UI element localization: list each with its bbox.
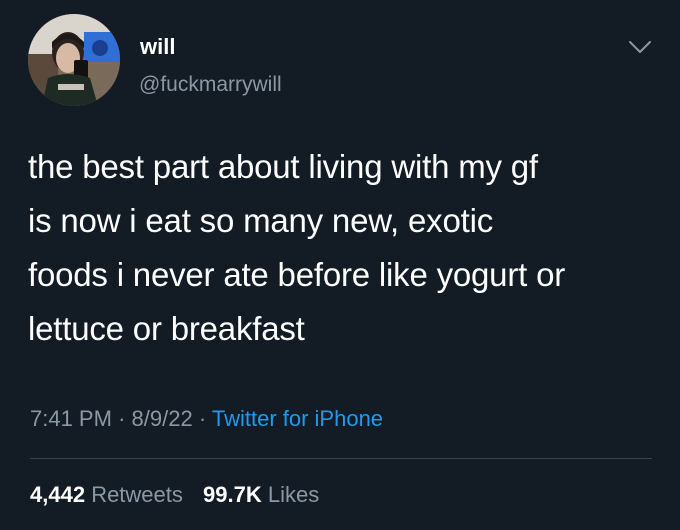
likes-label: Likes [267, 482, 320, 507]
tweet-text: the best part about living with my gf is… [28, 140, 668, 356]
meta-separator: · [118, 406, 126, 431]
author-name[interactable]: will [140, 34, 175, 60]
tweet-text-line: the best part about living with my gf [28, 148, 538, 185]
divider [30, 458, 652, 459]
tweet-text-line: lettuce or breakfast [28, 310, 305, 347]
retweets-count: 4,442 [30, 482, 86, 507]
tweet-text-line: is now i eat so many new, exotic [28, 202, 493, 239]
retweets-label: Retweets [91, 482, 183, 507]
author-handle[interactable]: @fuckmarrywill [139, 72, 282, 98]
tweet-card: will @fuckmarrywill the best part about … [0, 0, 680, 530]
tweet-stats: 4,442 Retweets 99.7K Likes [30, 480, 333, 510]
chevron-down-icon[interactable] [626, 36, 654, 60]
avatar-photo [28, 14, 120, 106]
tweet-date[interactable]: 8/9/22 [132, 406, 193, 431]
tweet-text-line: foods i never ate before like yogurt or [28, 256, 566, 293]
retweets-stat[interactable]: 4,442 Retweets [30, 482, 183, 507]
meta-separator: · [198, 406, 207, 431]
likes-stat[interactable]: 99.7K Likes [203, 482, 319, 507]
tweet-meta: 7:41 PM · 8/9/22 · Twitter for iPhone [30, 404, 383, 434]
avatar[interactable] [28, 14, 120, 106]
likes-count: 99.7K [203, 482, 262, 507]
tweet-time[interactable]: 7:41 PM [30, 406, 112, 431]
tweet-source-link[interactable]: Twitter for iPhone [212, 406, 383, 431]
